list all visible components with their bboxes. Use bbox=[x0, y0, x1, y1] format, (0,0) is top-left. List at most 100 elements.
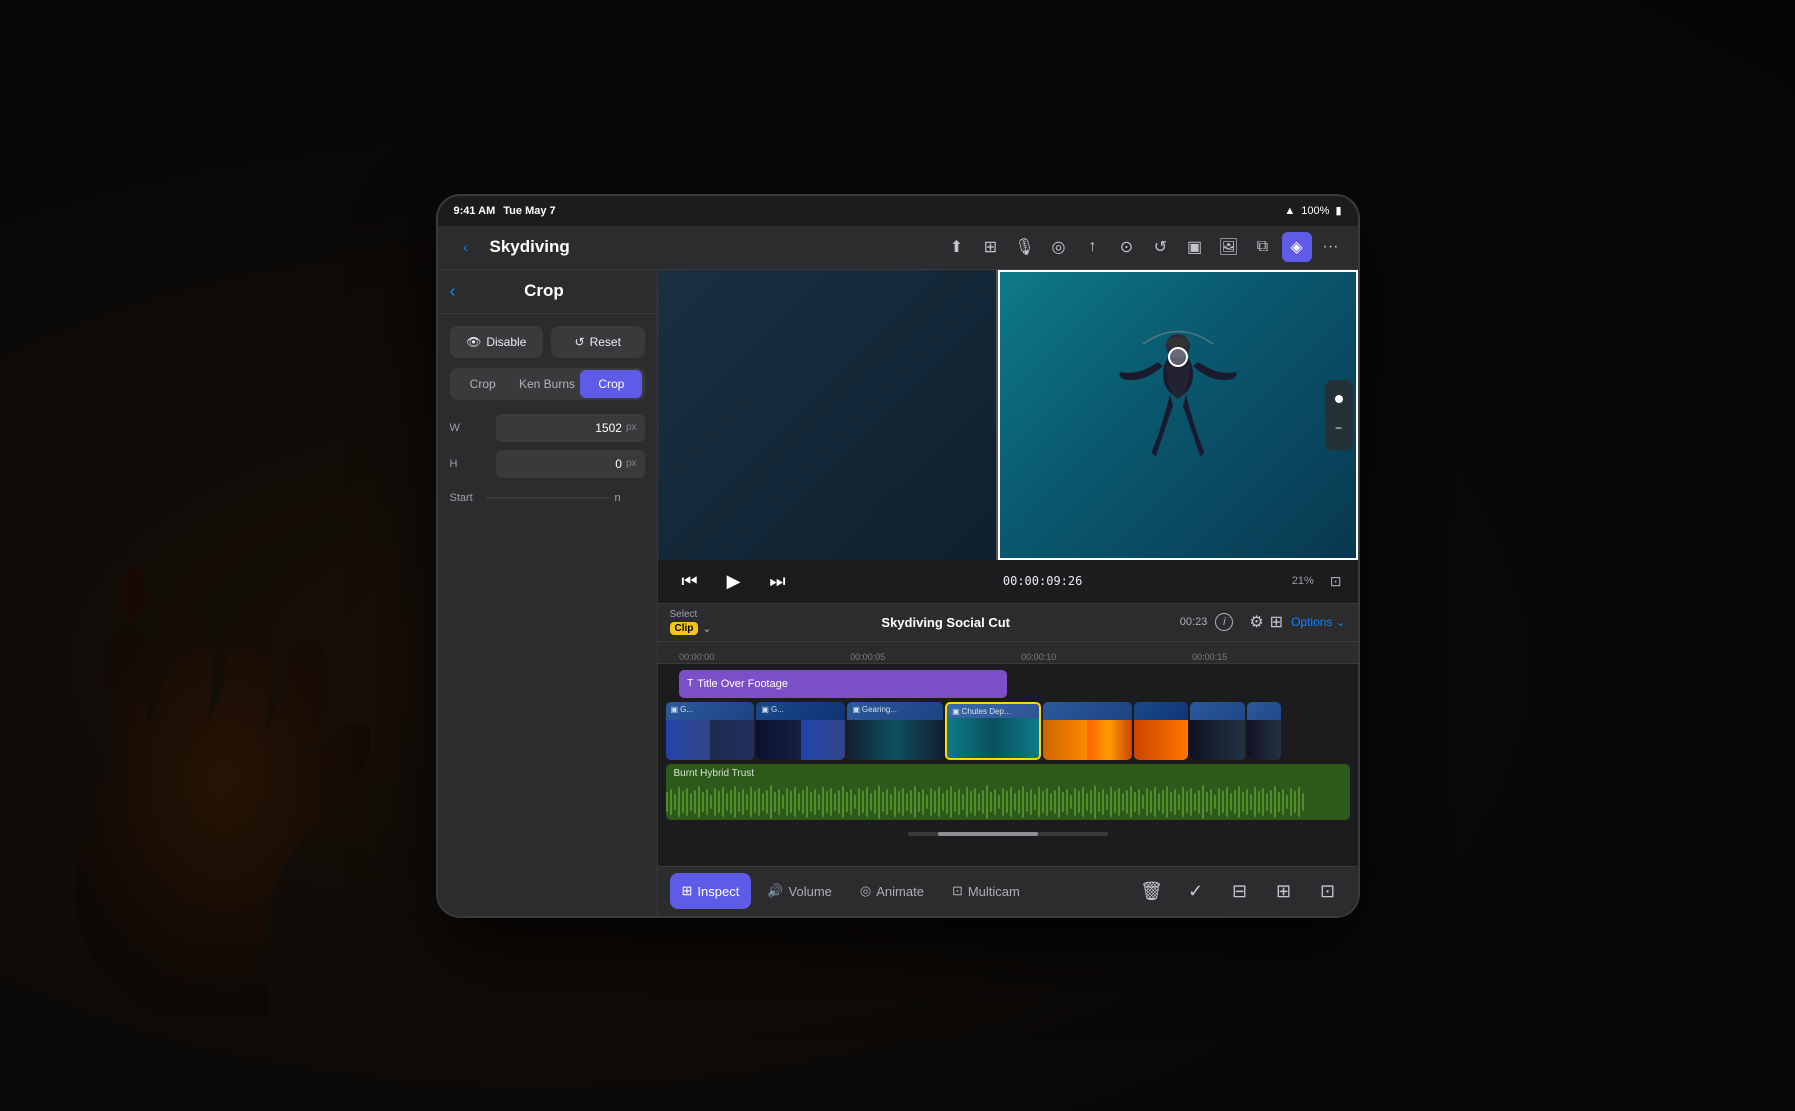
start-slider[interactable] bbox=[486, 497, 609, 499]
share-icon[interactable]: ⬆ bbox=[942, 232, 972, 262]
status-bar: 9:41 AM Tue May 7 ▲ 100% ▮ bbox=[438, 196, 1358, 226]
ruler-mark-0: 00:00:00 bbox=[679, 652, 714, 662]
auto-balance-icon[interactable]: ⚙ bbox=[1249, 612, 1263, 632]
options-button[interactable]: Options ⌄ bbox=[1291, 615, 1345, 629]
ken-burns-tab[interactable]: Ken Burns bbox=[516, 370, 578, 398]
freeze-frame-button[interactable]: ⊡ bbox=[1310, 873, 1346, 909]
crop-handle[interactable] bbox=[1168, 347, 1188, 367]
clip-1-thumb bbox=[666, 720, 755, 760]
clip-3-thumb bbox=[847, 720, 943, 760]
height-input[interactable]: 0 px bbox=[496, 450, 645, 478]
video-clip-5[interactable] bbox=[1043, 702, 1132, 760]
reset-button[interactable]: ↺ Reset bbox=[551, 326, 645, 358]
skydiver-svg bbox=[1088, 294, 1268, 514]
preview-left bbox=[658, 270, 996, 560]
title-clip-icon: T bbox=[687, 678, 693, 689]
clip-badge-row: Clip ⌄ bbox=[670, 622, 712, 635]
crop-panel-icon[interactable]: ▣ bbox=[1180, 232, 1210, 262]
clip-3-label: Gearing... bbox=[862, 705, 897, 714]
crop-controls: 👁 Disable ↺ Reset Crop Ken B bbox=[438, 314, 657, 516]
project-name: Skydiving Social Cut bbox=[720, 615, 1172, 630]
nav-title: Skydiving bbox=[490, 237, 934, 257]
status-bar-right: ▲ 100% ▮ bbox=[1284, 204, 1341, 217]
video-clip-7[interactable] bbox=[1190, 702, 1245, 760]
ken-burns-tab-label: Ken Burns bbox=[519, 377, 575, 391]
filter-icon[interactable]: ◈ bbox=[1282, 232, 1312, 262]
video-clip-4-selected[interactable]: ▣ Chutes Dep... bbox=[945, 702, 1041, 760]
nav-back-button[interactable]: ‹ bbox=[450, 231, 482, 263]
video-clip-3[interactable]: ▣ Gearing... bbox=[847, 702, 943, 760]
animate-icon: ◎ bbox=[860, 883, 871, 899]
disable-button[interactable]: 👁 Disable bbox=[450, 326, 544, 358]
timeline-scrollbar[interactable] bbox=[908, 832, 1108, 836]
waveform-svg: // Generate waveform bars bbox=[666, 784, 1306, 820]
start-label: Start bbox=[450, 492, 480, 504]
clip-4-thumb bbox=[947, 718, 1039, 758]
checkmark-button[interactable]: ✓ bbox=[1178, 873, 1214, 909]
split-button[interactable]: ⊟ bbox=[1222, 873, 1258, 909]
delete-button[interactable]: 🗑 bbox=[1134, 873, 1170, 909]
photo-icon[interactable]: 🖼 bbox=[1214, 232, 1244, 262]
clip-2-thumb bbox=[756, 720, 845, 760]
crop-tab[interactable]: Crop bbox=[452, 370, 514, 398]
right-panel: − ⏮ ▶ ⏭ 00:00:09:26 21% ⊡ bbox=[658, 270, 1358, 916]
video-clip-1[interactable]: ▣ G... bbox=[666, 702, 755, 760]
project-info-icon[interactable]: i bbox=[1215, 613, 1233, 631]
video-clip-8[interactable] bbox=[1247, 702, 1281, 760]
height-input-row: H 0 px bbox=[450, 450, 645, 478]
microphone-icon[interactable]: 🎙 bbox=[1010, 232, 1040, 262]
timeline-tracks: T Title Over Footage ▣ G... bbox=[658, 664, 1358, 826]
multicam-tab[interactable]: ⊡ Multicam bbox=[940, 873, 1032, 909]
fit-view-button[interactable]: ⊡ bbox=[1330, 573, 1342, 590]
width-input[interactable]: 1502 px bbox=[496, 414, 645, 442]
bottom-tabs: ⊞ Inspect 🔊 Volume ◎ Animate ⊡ Multicam bbox=[658, 866, 1358, 916]
color-correct-icon[interactable]: ⊞ bbox=[1270, 612, 1283, 632]
video-clip-6[interactable] bbox=[1134, 702, 1189, 760]
more-icon[interactable]: ··· bbox=[1316, 232, 1346, 262]
location-icon[interactable]: ◎ bbox=[1044, 232, 1074, 262]
thumb-4-2 bbox=[993, 718, 1039, 758]
reset-icon: ↺ bbox=[575, 335, 585, 349]
ipad-frame: 9:41 AM Tue May 7 ▲ 100% ▮ ‹ Skydiving ⬆… bbox=[438, 196, 1358, 916]
width-input-row: W 1502 px bbox=[450, 414, 645, 442]
timeline-area: 00:00:00 00:00:05 00:00:10 00:00:15 bbox=[658, 642, 1358, 866]
zoom-level-display: 21% bbox=[1292, 575, 1314, 587]
crop-back-button[interactable]: ‹ bbox=[450, 281, 456, 302]
bottom-actions: 🗑 ✓ ⊟ ⊞ ⊡ bbox=[1134, 873, 1346, 909]
select-label: Select bbox=[670, 609, 712, 620]
timeline-scroll-thumb[interactable] bbox=[938, 832, 1038, 836]
volume-icon: 🔊 bbox=[767, 883, 783, 899]
multicam-icon: ⊡ bbox=[952, 883, 963, 899]
timecode-display: 00:00:09:26 bbox=[806, 574, 1280, 588]
crop-second-tab-label: Crop bbox=[598, 377, 624, 391]
pip-icon[interactable]: ⧉ bbox=[1248, 232, 1278, 262]
inspect-tab[interactable]: ⊞ Inspect bbox=[670, 873, 752, 909]
play-button[interactable]: ▶ bbox=[718, 565, 750, 597]
project-bar: Select Clip ⌄ Skydiving Social Cut 00:23… bbox=[658, 604, 1358, 642]
video-clip-2[interactable]: ▣ G... bbox=[756, 702, 845, 760]
crop-tab-label: Crop bbox=[470, 377, 496, 391]
vol-minus: − bbox=[1335, 421, 1342, 435]
thumb-4-1 bbox=[947, 718, 993, 758]
audio-label: Burnt Hybrid Trust bbox=[674, 768, 755, 779]
speed-icon[interactable]: ⊙ bbox=[1112, 232, 1142, 262]
volume-tab[interactable]: 🔊 Volume bbox=[755, 873, 844, 909]
project-duration: 00:23 bbox=[1180, 616, 1208, 628]
title-clip[interactable]: T Title Over Footage bbox=[679, 670, 1007, 698]
clip-1-label: G... bbox=[680, 705, 693, 714]
photo-library-icon[interactable]: ⊞ bbox=[976, 232, 1006, 262]
export-icon[interactable]: ↑ bbox=[1078, 232, 1108, 262]
thumb-2-2 bbox=[801, 720, 845, 760]
volume-sidebar: − bbox=[1325, 380, 1353, 450]
crop-second-tab[interactable]: Crop bbox=[580, 370, 642, 398]
skip-forward-button[interactable]: ⏭ bbox=[762, 565, 794, 597]
detach-audio-button[interactable]: ⊞ bbox=[1266, 873, 1302, 909]
thumb-7-1 bbox=[1190, 720, 1245, 760]
clip-8-thumb bbox=[1247, 720, 1281, 760]
disable-label: Disable bbox=[486, 335, 526, 349]
clip-dropdown-icon[interactable]: ⌄ bbox=[702, 622, 711, 635]
animate-tab[interactable]: ◎ Animate bbox=[848, 873, 936, 909]
skip-back-button[interactable]: ⏮ bbox=[674, 565, 706, 597]
rewind-icon[interactable]: ↺ bbox=[1146, 232, 1176, 262]
crop-mode-tabs: Crop Ken Burns Crop bbox=[450, 368, 645, 400]
